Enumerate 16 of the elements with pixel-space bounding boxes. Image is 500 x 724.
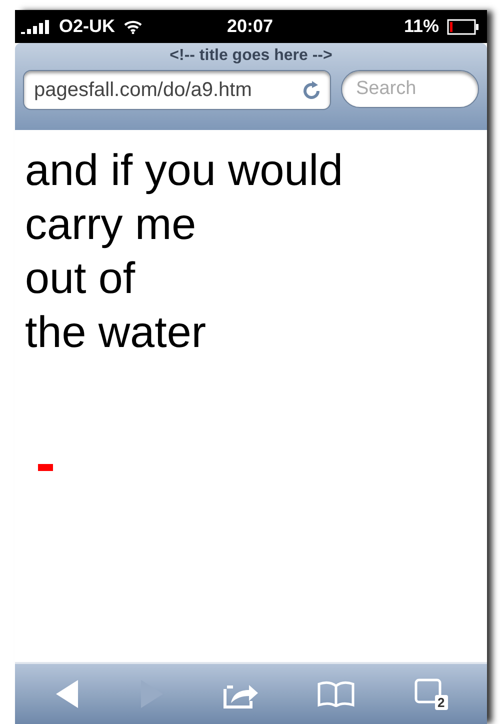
page-title: <!-- title goes here --> [170, 47, 332, 65]
battery-percent: 11% [404, 16, 440, 37]
search-field[interactable]: Search [341, 70, 479, 108]
tabs-button[interactable]: 2 [410, 674, 452, 714]
text-line: carry me [25, 199, 198, 251]
carrier-name: O2-UK [59, 16, 116, 37]
text-line: and if you would [25, 145, 344, 197]
status-time: 20:07 [226, 16, 274, 37]
text-line: out of [25, 253, 136, 305]
signal-icon [21, 20, 51, 34]
reload-icon[interactable] [302, 79, 322, 101]
address-field[interactable]: pagesfall.com/do/a9.htm [23, 70, 331, 110]
battery-icon [447, 18, 480, 34]
wifi-icon [123, 20, 144, 34]
dash-mark [38, 464, 53, 471]
text-line: the water [25, 307, 207, 359]
